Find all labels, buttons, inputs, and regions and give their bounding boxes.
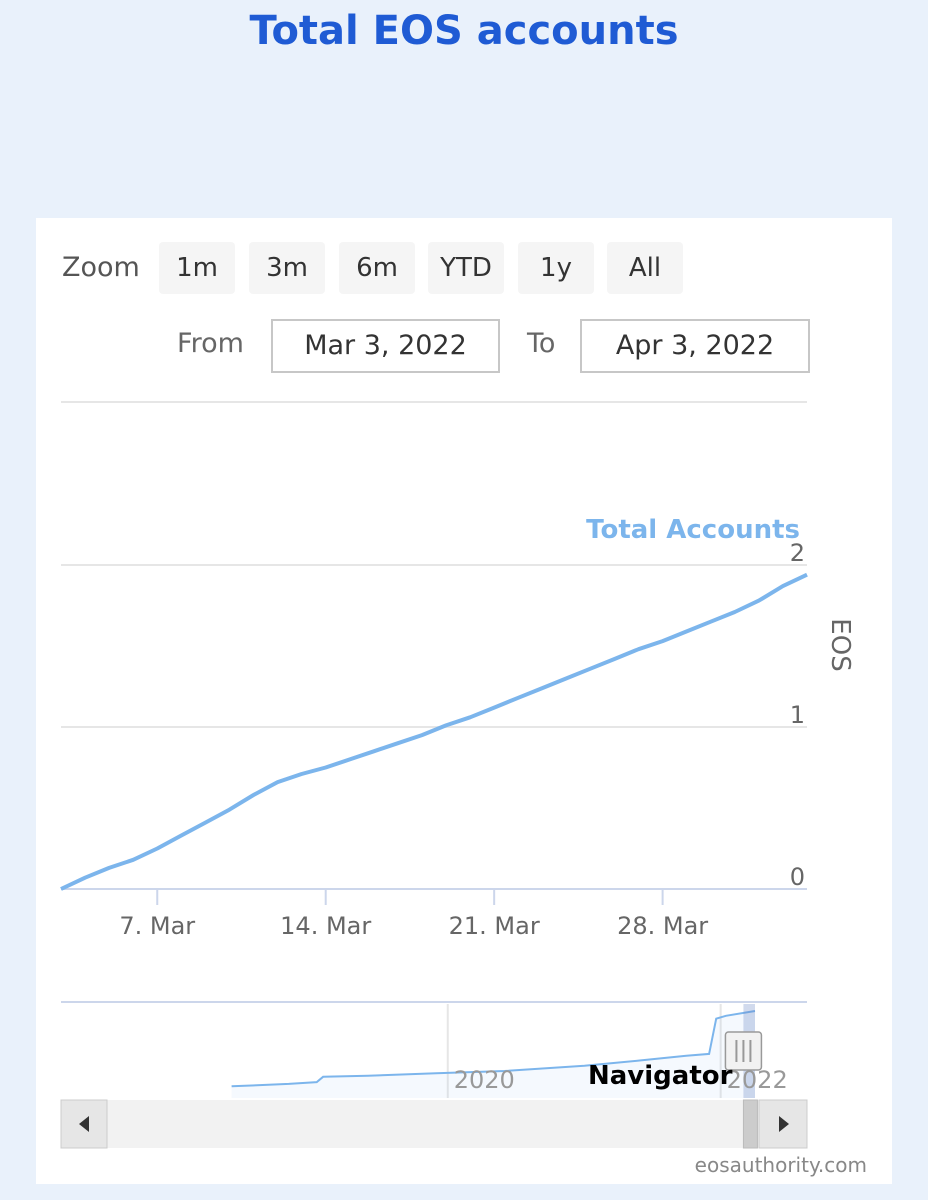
- y-axis-title: EOS: [825, 618, 855, 671]
- x-tick-label: 7. Mar: [119, 912, 195, 940]
- series-line-total-accounts: [60, 572, 808, 891]
- x-tick-label: 14. Mar: [280, 912, 371, 940]
- scrollbar-left-button[interactable]: [60, 1099, 108, 1149]
- series-label: Total Accounts: [586, 515, 800, 545]
- y-tick-label-1: 1: [790, 701, 805, 729]
- chart-svg: 7. Mar 14. Mar 21. Mar 28. Mar 012 Total Ac…: [60, 401, 855, 1149]
- scrollbar-right-button[interactable]: [758, 1099, 808, 1149]
- x-tick-label: 28. Mar: [617, 912, 708, 940]
- y-tick-label-0: 0: [790, 863, 805, 891]
- x-tick-label: 21. Mar: [449, 912, 540, 940]
- scrollbar-track[interactable]: [61, 1100, 807, 1148]
- scrollbar-thumb[interactable]: [742, 1099, 758, 1149]
- navigator-label: Navigator: [588, 1061, 733, 1091]
- navigator-tick-label-2020: 2020: [454, 1066, 515, 1094]
- credit-link[interactable]: eosauthority.com: [695, 1153, 867, 1177]
- navigator-tick-label-2022: 2022: [727, 1066, 788, 1094]
